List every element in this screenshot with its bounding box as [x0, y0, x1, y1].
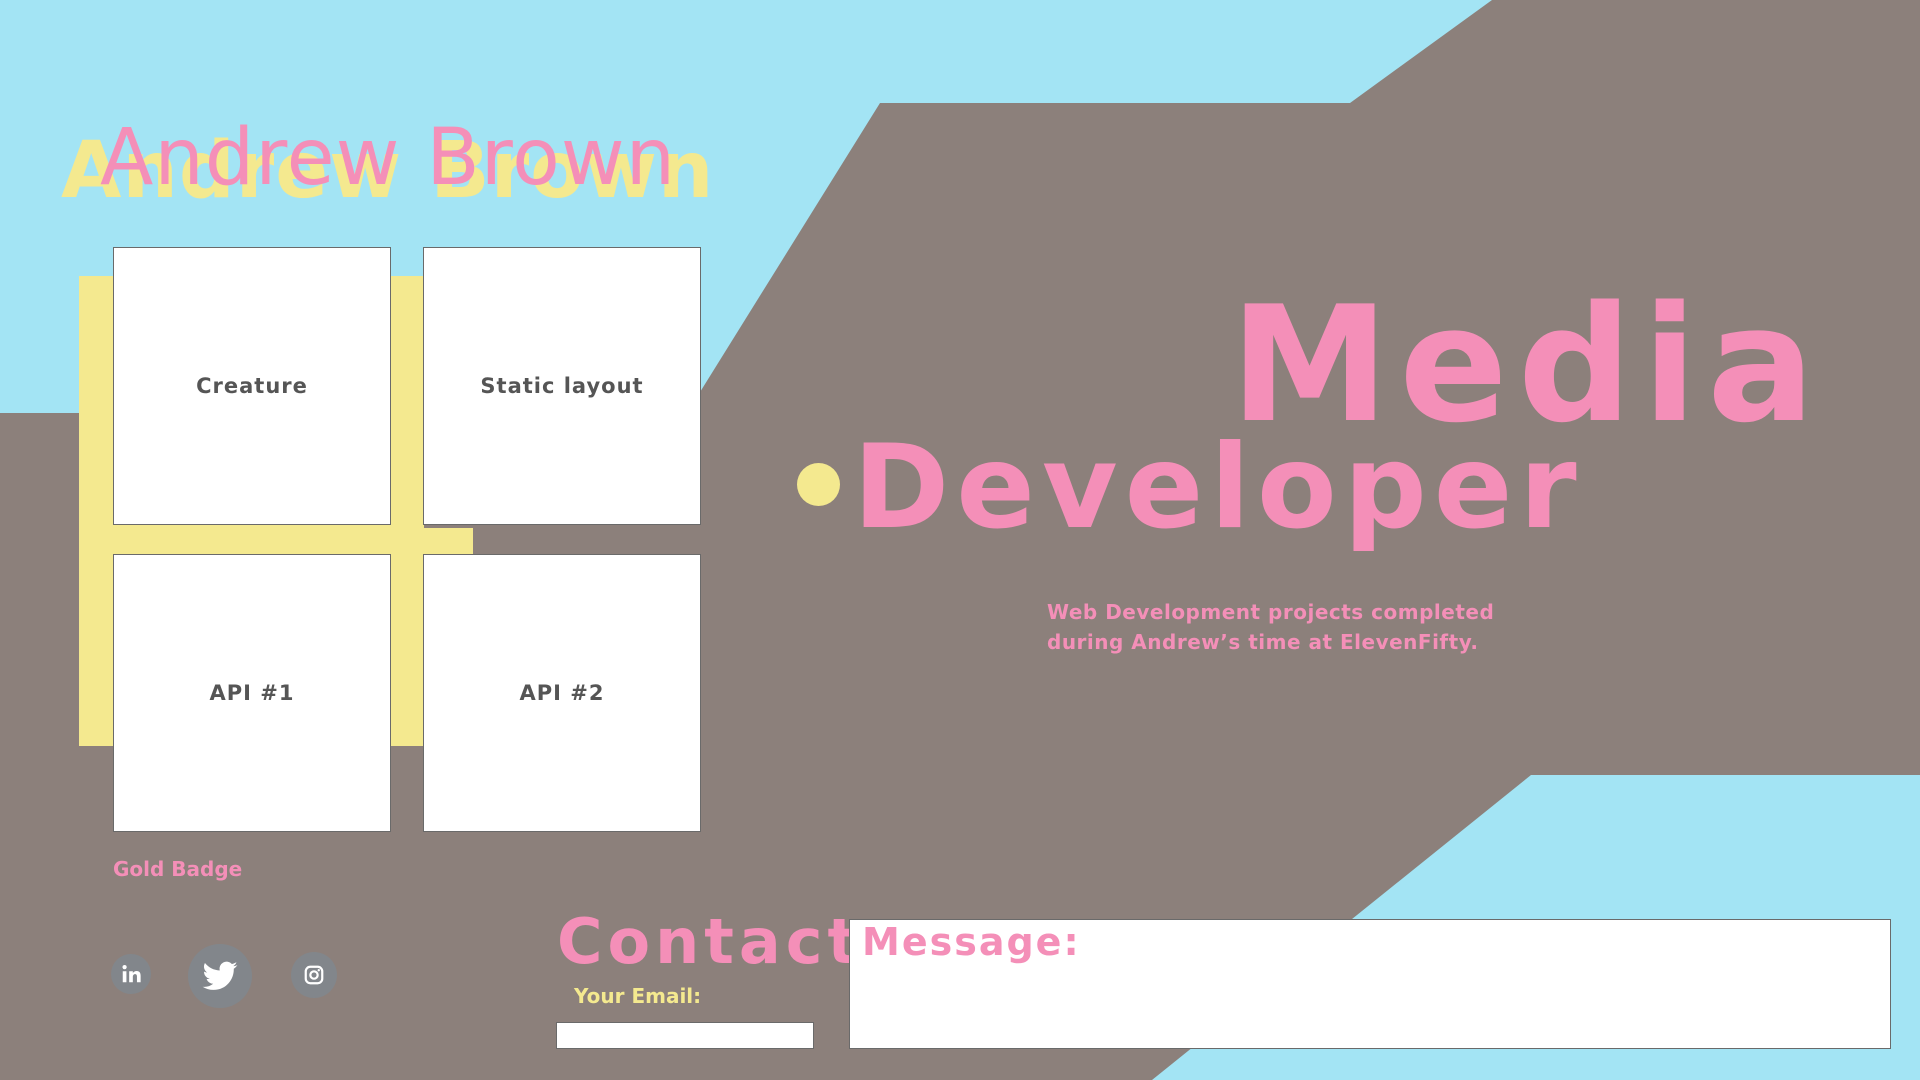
email-label: Your Email: — [574, 984, 702, 1008]
instagram-icon — [304, 965, 324, 985]
project-tile-label: Static layout — [480, 374, 644, 398]
bullet-dot — [797, 463, 840, 506]
twitter-button[interactable] — [188, 944, 252, 1008]
contact-title: Contact — [557, 905, 863, 978]
project-tile-creature[interactable]: Creature — [113, 247, 391, 525]
project-tile-label: API #1 — [209, 681, 295, 705]
project-tile-label: API #2 — [519, 681, 605, 705]
project-tile-api-1[interactable]: API #1 — [113, 554, 391, 832]
twitter-icon — [202, 961, 238, 990]
project-tile-static-layout[interactable]: Static layout — [423, 247, 701, 525]
linkedin-button[interactable] — [111, 954, 151, 994]
message-label: Message: — [862, 920, 1081, 964]
linkedin-icon — [122, 965, 141, 983]
message-box: Message: — [849, 919, 1891, 1049]
instagram-button[interactable] — [291, 952, 337, 998]
page-title: Andrew Brown — [100, 113, 677, 203]
project-tile-api-2[interactable]: API #2 — [423, 554, 701, 832]
project-tile-label: Creature — [196, 374, 308, 398]
email-input[interactable] — [556, 1022, 814, 1049]
yellow-accent-block — [79, 528, 473, 554]
hero-title-developer: Developer — [853, 420, 1584, 555]
hero-description: Web Development projects completed durin… — [1047, 600, 1495, 654]
gold-badge-label: Gold Badge — [113, 857, 243, 881]
message-input[interactable] — [860, 970, 1880, 1044]
